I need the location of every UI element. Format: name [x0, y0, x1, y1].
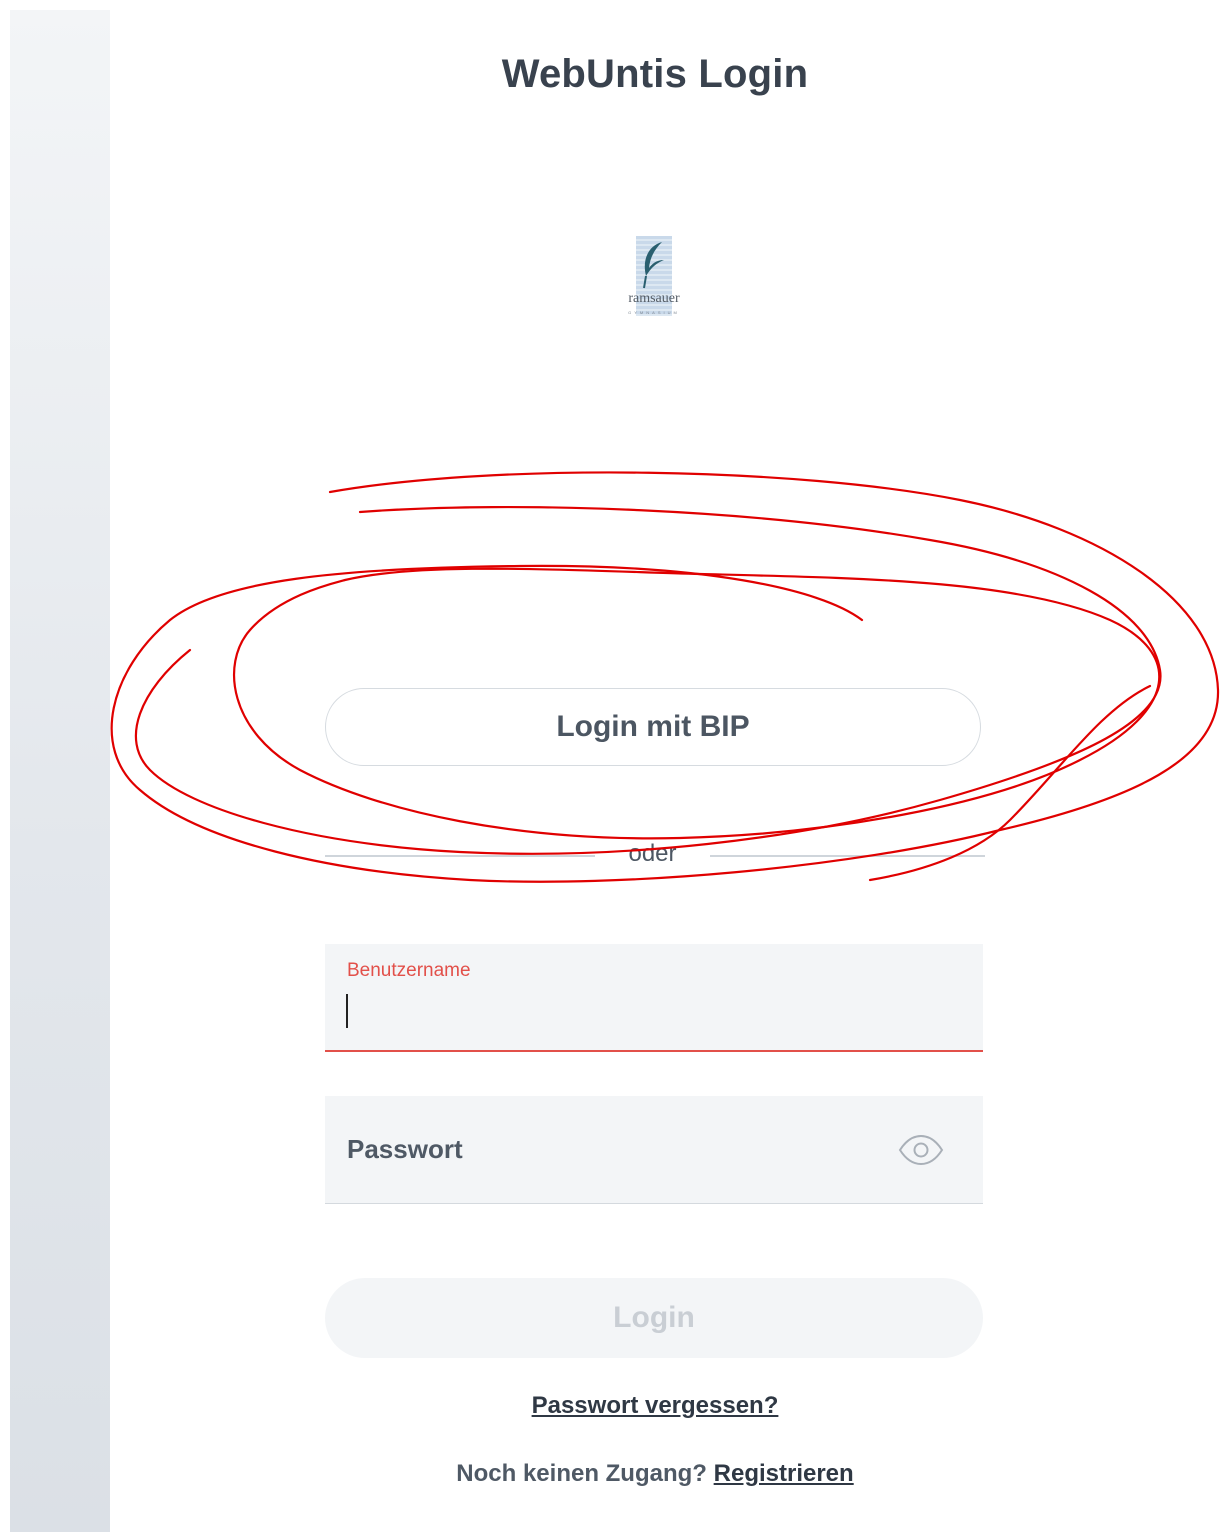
username-field[interactable]: Benutzername — [325, 944, 983, 1052]
school-logo: ramsauer GYMNASIUM — [609, 234, 699, 324]
or-divider: oder — [325, 838, 985, 874]
no-account-text: Noch keinen Zugang? — [456, 1460, 707, 1487]
logo-wordmark: ramsauer — [628, 291, 680, 306]
quill-icon — [643, 242, 664, 289]
login-with-bip-button[interactable]: Login mit BIP — [325, 688, 981, 766]
divider-line-right — [710, 855, 985, 857]
username-label: Benutzername — [347, 960, 471, 981]
login-panel: WebUntis Login ramsauer GYMNASIUM Login … — [325, 0, 985, 1532]
login-button[interactable]: Login — [325, 1278, 983, 1358]
divider-line-left — [325, 855, 595, 857]
text-caret — [346, 994, 348, 1028]
logo-subtext: GYMNASIUM — [628, 310, 680, 315]
password-field[interactable]: Passwort — [325, 1096, 983, 1204]
register-link[interactable]: Registrieren — [714, 1460, 854, 1487]
eye-icon[interactable] — [897, 1132, 945, 1168]
forgot-password-row: Passwort vergessen? — [325, 1392, 985, 1420]
page-title: WebUntis Login — [501, 52, 809, 96]
divider-label: oder — [628, 840, 677, 867]
login-page: WebUntis Login ramsauer GYMNASIUM Login … — [0, 0, 1221, 1532]
forgot-password-link[interactable]: Passwort vergessen? — [532, 1392, 779, 1419]
register-row: Noch keinen Zugang? Registrieren — [325, 1460, 985, 1488]
password-label: Passwort — [347, 1134, 463, 1164]
username-input[interactable] — [345, 992, 905, 1028]
left-sidebar — [10, 10, 110, 1532]
